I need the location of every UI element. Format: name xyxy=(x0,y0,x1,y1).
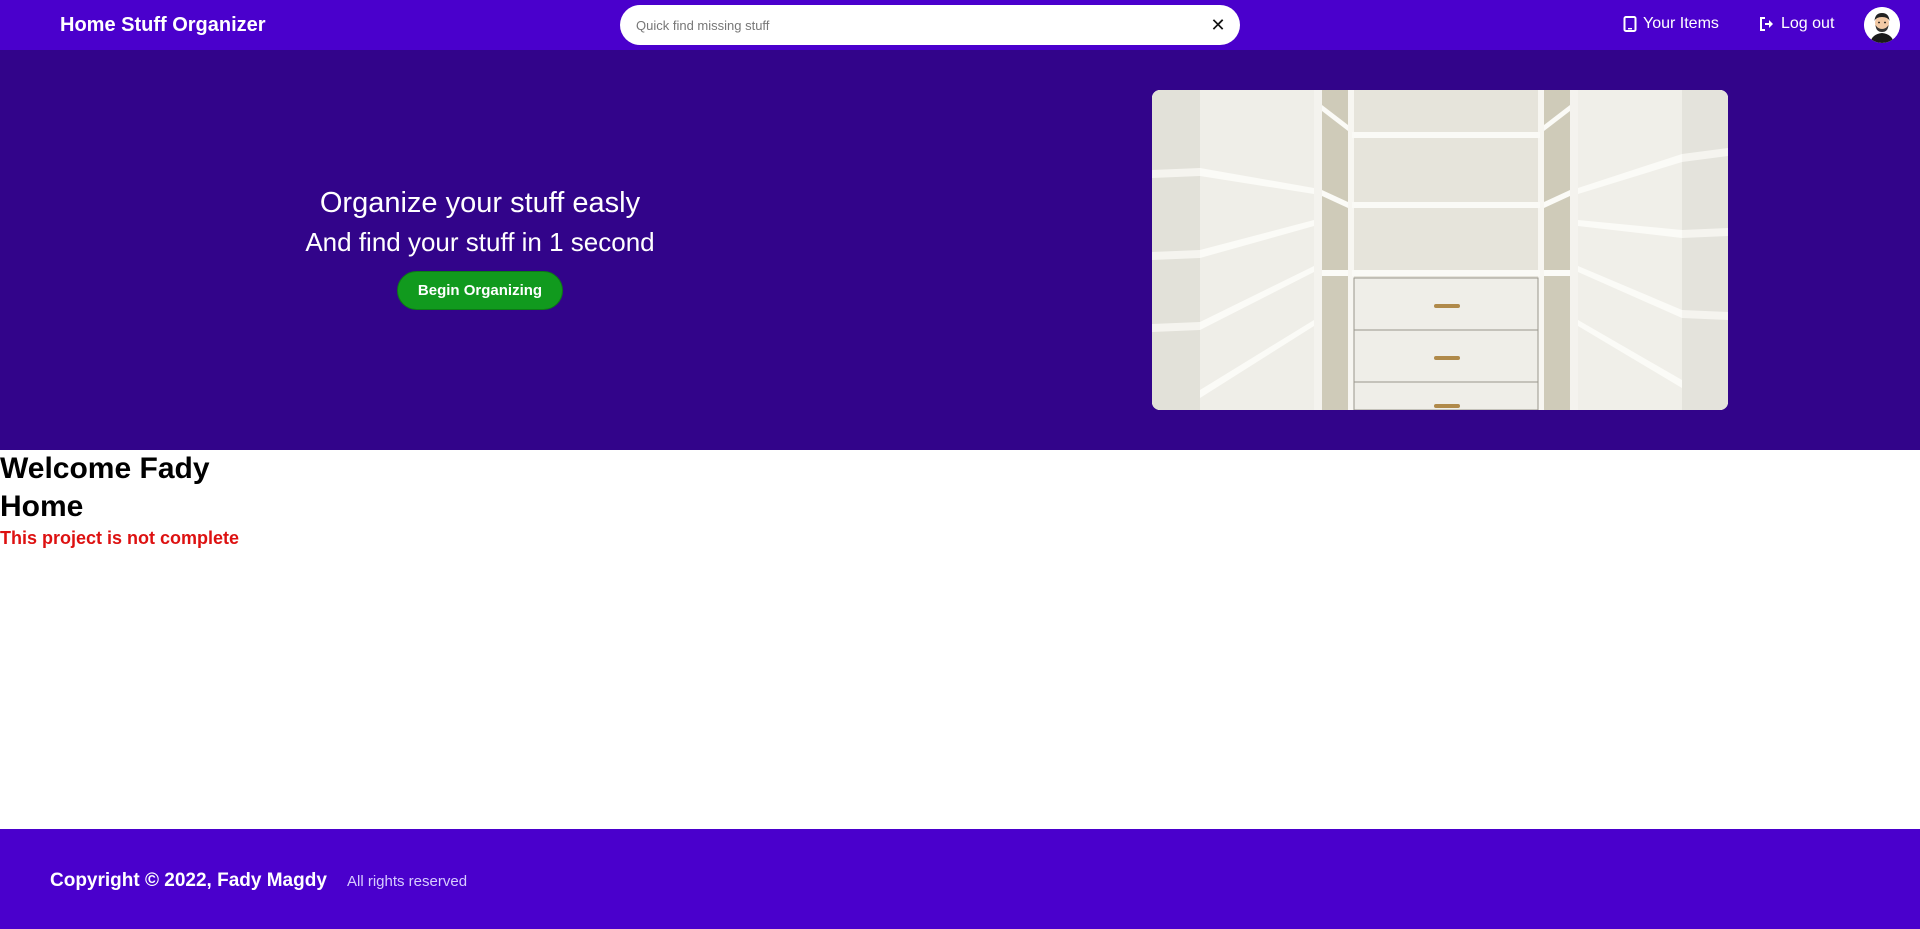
footer-rights: All rights reserved xyxy=(347,873,468,890)
page-footer: Copyright © 2022, Fady Magdy All rights … xyxy=(0,829,1920,929)
search-bar: ✕ xyxy=(620,5,1240,45)
tablet-icon xyxy=(1623,16,1637,32)
search-input[interactable] xyxy=(634,9,1198,41)
begin-organizing-button[interactable]: Begin Organizing xyxy=(396,271,564,310)
user-avatar[interactable] xyxy=(1864,7,1900,43)
nav-your-items-link[interactable]: Your Items xyxy=(1623,15,1719,33)
nav-logout-label: Log out xyxy=(1781,15,1835,32)
closet-shelves-photo xyxy=(1152,90,1728,410)
page-title: Home xyxy=(0,490,84,523)
welcome-heading: Welcome Fady xyxy=(0,452,210,485)
logout-icon xyxy=(1760,17,1773,31)
main-content: Welcome Fady Home This project is not co… xyxy=(0,450,239,549)
footer-copyright: Copyright © 2022, Fady Magdy xyxy=(50,870,327,891)
top-navbar: Home Stuff Organizer ✕ Your Items Log ou… xyxy=(0,0,1920,50)
hero-text-block: Organize your stuff easly And find your … xyxy=(280,185,680,310)
hero-headline: Organize your stuff easly xyxy=(319,187,641,219)
close-icon[interactable]: ✕ xyxy=(1208,15,1228,35)
brand-logo-link[interactable]: Home Stuff Organizer xyxy=(60,14,266,37)
hero-banner: Organize your stuff easly And find your … xyxy=(0,50,1920,450)
hero-subheadline: And find your stuff in 1 second xyxy=(305,227,655,257)
nav-logout-link[interactable]: Log out xyxy=(1759,15,1834,33)
incomplete-notice: This project is not complete xyxy=(0,528,240,548)
nav-your-items-label: Your Items xyxy=(1643,15,1719,32)
avatar-icon xyxy=(1864,7,1900,43)
